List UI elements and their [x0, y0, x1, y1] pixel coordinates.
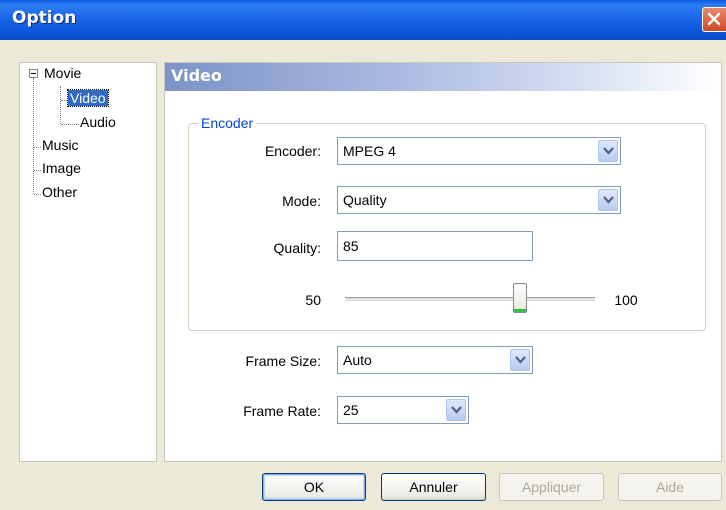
mode-select[interactable]: Quality — [337, 186, 621, 214]
tree-item-movie[interactable]: Movie — [44, 65, 81, 81]
dropdown-button[interactable] — [510, 349, 530, 371]
tree-item-label: Movie — [44, 65, 82, 81]
tree-line — [34, 194, 41, 195]
close-icon — [707, 12, 721, 26]
dropdown-button[interactable] — [598, 140, 618, 162]
tree-item-image[interactable]: Image — [42, 160, 81, 176]
title-bar: Option — [0, 0, 726, 40]
frame-rate-select-value: 25 — [343, 402, 359, 418]
encoder-group-label: Encoder — [198, 115, 257, 131]
frame-size-select[interactable]: Auto — [337, 346, 533, 374]
quality-slider-thumb[interactable] — [513, 283, 527, 313]
window-title: Option — [12, 8, 77, 28]
collapse-icon[interactable] — [29, 69, 38, 78]
apply-button[interactable]: Appliquer — [499, 473, 604, 501]
tree-item-label: Other — [42, 184, 78, 200]
tree-line — [34, 147, 41, 148]
quality-slider-track[interactable] — [345, 297, 595, 302]
encoder-select-value: MPEG 4 — [343, 143, 396, 159]
tree-item-other[interactable]: Other — [42, 184, 77, 200]
chevron-down-icon — [603, 147, 614, 155]
tree-line — [33, 78, 34, 194]
chevron-down-icon — [451, 406, 462, 414]
help-button[interactable]: Aide — [618, 473, 722, 501]
frame-rate-label: Frame Rate: — [243, 403, 321, 419]
slider-min-label: 50 — [305, 292, 321, 308]
panel-header: Video — [165, 63, 721, 91]
tree-line — [60, 86, 61, 124]
ok-button[interactable]: OK — [262, 473, 366, 501]
frame-size-label: Frame Size: — [245, 353, 321, 369]
tree-item-label: Audio — [80, 114, 116, 130]
tree-item-label: Music — [42, 137, 79, 153]
chevron-down-icon — [603, 196, 614, 204]
tree-item-music[interactable]: Music — [42, 137, 79, 153]
category-tree[interactable]: Movie Video Audio Music Image Other — [19, 62, 157, 462]
tree-line — [34, 170, 41, 171]
dropdown-button[interactable] — [446, 399, 466, 421]
encoder-select[interactable]: MPEG 4 — [337, 137, 621, 165]
tree-item-audio[interactable]: Audio — [80, 114, 116, 130]
encoder-label: Encoder: — [264, 143, 321, 159]
tree-item-video[interactable]: Video — [67, 89, 109, 107]
cancel-button[interactable]: Annuler — [381, 473, 486, 501]
quality-label: Quality: — [273, 240, 321, 256]
tree-line — [61, 124, 79, 125]
frame-size-select-value: Auto — [343, 352, 372, 368]
panel-title: Video — [171, 66, 222, 85]
quality-input-field[interactable] — [338, 232, 532, 260]
mode-label: Mode: — [282, 193, 321, 209]
tree-item-label: Image — [42, 160, 81, 176]
quality-input[interactable] — [337, 231, 533, 261]
settings-panel: Video Encoder Encoder: MPEG 4 Mode: Qual… — [164, 62, 722, 462]
chevron-down-icon — [515, 356, 526, 364]
frame-rate-select[interactable]: 25 — [337, 396, 469, 424]
slider-max-label: 100 — [614, 292, 638, 308]
tree-item-label: Video — [67, 89, 109, 107]
mode-select-value: Quality — [343, 192, 387, 208]
close-button[interactable] — [702, 7, 726, 32]
dropdown-button[interactable] — [598, 189, 618, 211]
